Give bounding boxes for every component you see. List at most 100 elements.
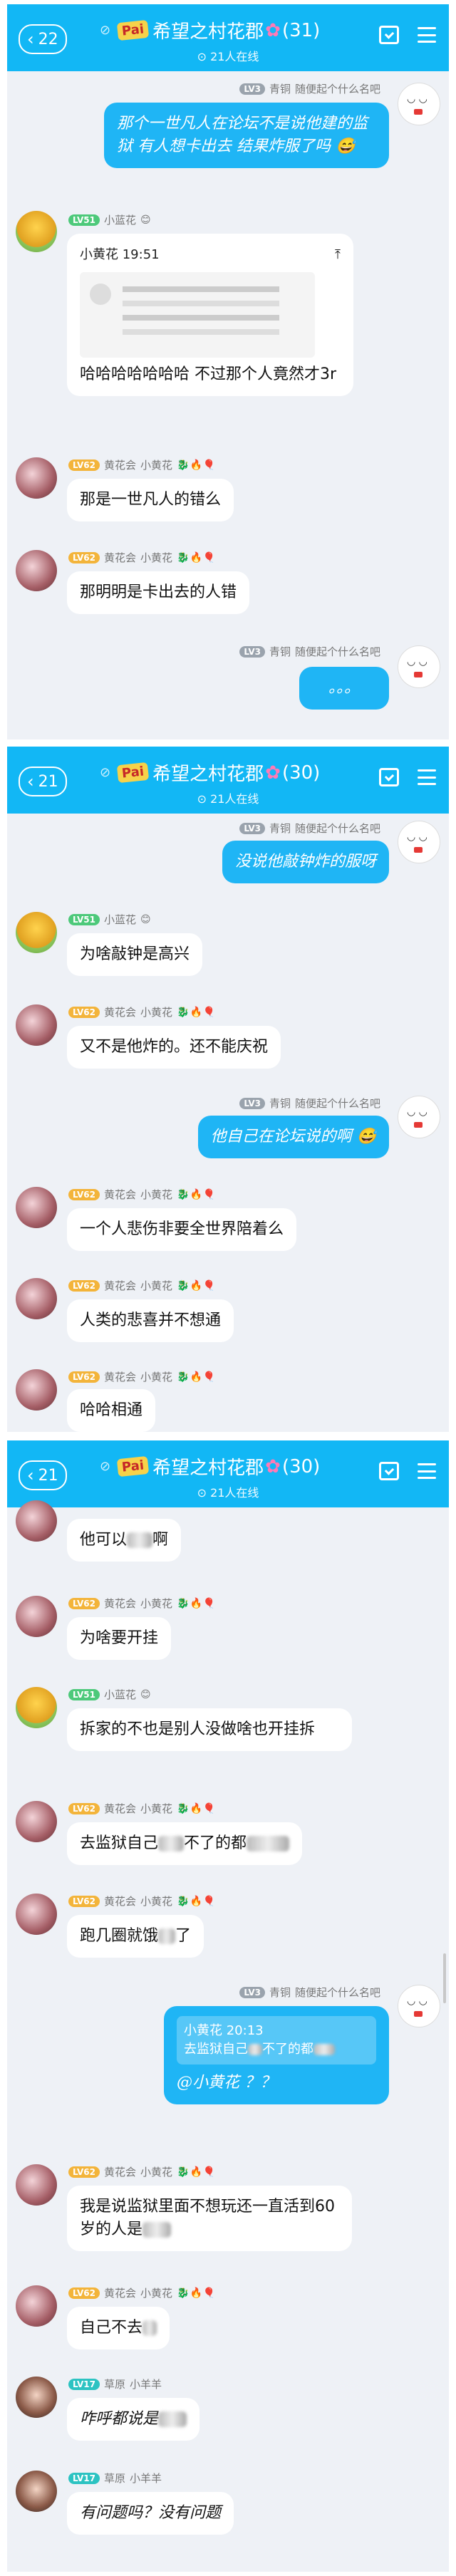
- message-bubble[interactable]: 没说他敲钟炸的服呀: [222, 841, 389, 883]
- scrollbar[interactable]: [443, 1953, 446, 2003]
- avatar[interactable]: [16, 1500, 57, 1542]
- message-bubble[interactable]: 跑几圈就饿了: [67, 1915, 204, 1958]
- menu-icon[interactable]: [418, 1463, 436, 1479]
- menu-icon[interactable]: [418, 27, 436, 43]
- sender-meta: LV3 青铜 随便起个什么名吧: [239, 81, 380, 96]
- calendar-check-icon[interactable]: [379, 768, 399, 786]
- calendar-check-icon[interactable]: [379, 1462, 399, 1480]
- avatar[interactable]: [16, 211, 57, 252]
- flower-icon: ✿: [265, 1455, 281, 1477]
- group-title[interactable]: ⊘ Pai 希望之村花郡 ✿ (30): [100, 1453, 320, 1480]
- sender-meta: LV51 小蓝花 😊: [68, 912, 152, 927]
- message-bubble[interactable]: 为啥要开挂: [67, 1617, 172, 1660]
- message-bubble[interactable]: 。。。: [299, 667, 389, 710]
- calendar-check-icon[interactable]: [379, 26, 399, 44]
- chat-panel-3: ‹ 21 ⊘ Pai 希望之村花郡 ✿ (30) ⊙ 21人在线 他可以啊 LV62 黄…: [7, 1440, 449, 2572]
- tag-icon: ⊘: [100, 23, 111, 38]
- message-bubble[interactable]: 那是一世凡人的错么: [67, 479, 234, 521]
- avatar[interactable]: [398, 821, 440, 863]
- message-bubble[interactable]: 人类的悲喜并不想通: [67, 1299, 234, 1342]
- quoted-screenshot[interactable]: [80, 272, 315, 358]
- message-bubble[interactable]: 一个人悲伤非要全世界陪着么: [67, 1208, 297, 1251]
- flower-icon: ✿: [265, 19, 281, 41]
- avatar[interactable]: [398, 1985, 440, 2027]
- avatar[interactable]: [16, 2285, 57, 2327]
- avatar[interactable]: [398, 1096, 440, 1138]
- sender-meta: LV62 黄花会 小黄花 🐉🔥🎈: [68, 1004, 216, 1019]
- message-bubble[interactable]: 小黄花 20:13 去监狱自己 不了的都 @小黄花 ？？: [164, 2006, 389, 2104]
- blurred-text: [158, 1836, 185, 1852]
- avatar[interactable]: [16, 1801, 57, 1842]
- message-bubble[interactable]: 咋呼都说是: [67, 2398, 200, 2441]
- avatar[interactable]: [16, 1369, 57, 1411]
- group-title[interactable]: ⊘ Pai 希望之村花郡 ✿ (31): [100, 17, 320, 43]
- sender-meta: LV62 黄花会 小黄花 🐉🔥🎈: [68, 1187, 216, 1202]
- avatar[interactable]: [16, 2471, 57, 2512]
- message-bubble[interactable]: 又不是他炸的。还不能庆祝: [67, 1026, 281, 1069]
- blurred-text: [247, 1836, 290, 1852]
- quoted-reply[interactable]: 小黄花 20:13 去监狱自己 不了的都: [177, 2016, 376, 2065]
- sender-meta: LV3 青铜 随便起个什么名吧: [239, 821, 380, 836]
- sender-meta: LV51 小蓝花 😊: [68, 1687, 152, 1702]
- message-bubble[interactable]: 我是说监狱里面不想玩还一直活到60岁的人是: [67, 2186, 352, 2251]
- avatar[interactable]: [16, 912, 57, 953]
- avatar[interactable]: [16, 2164, 57, 2206]
- online-count: ⊙ 21人在线: [197, 50, 259, 63]
- chevron-left-icon: ‹: [27, 1465, 34, 1485]
- avatar[interactable]: [16, 457, 57, 499]
- avatar[interactable]: [16, 1004, 57, 1046]
- message-bubble[interactable]: 哈哈相通: [67, 1389, 156, 1432]
- message-bubble[interactable]: 为啥敲钟是高兴: [67, 933, 203, 976]
- brand-logo: Pai: [116, 19, 150, 41]
- sender-meta: LV17 草原 小羊羊: [68, 2377, 162, 2391]
- sender-meta: LV62 黄花会 小黄花 🐉🔥🎈: [68, 2285, 216, 2300]
- sender-meta: LV62 黄花会 小黄花 🐉🔥🎈: [68, 1894, 216, 1908]
- sender-meta: LV62 黄花会 小黄花 🐉🔥🎈: [68, 550, 216, 565]
- avatar[interactable]: [16, 1278, 57, 1319]
- avatar[interactable]: [16, 1187, 57, 1228]
- pin-icon: ⤒: [335, 247, 341, 262]
- chat-panel-2: ‹ 21 ⊘ Pai 希望之村花郡 ✿ (30) ⊙ 21人在线 LV3 青铜 随便起个什…: [7, 747, 449, 1432]
- avatar[interactable]: [398, 645, 440, 688]
- sender-meta: LV3 青铜 随便起个什么名吧: [239, 644, 380, 659]
- message-bubble[interactable]: 他自己在论坛说的啊 😅: [197, 1116, 389, 1158]
- tag-icon: ⊘: [100, 765, 111, 780]
- avatar[interactable]: [16, 2377, 57, 2418]
- blurred-text: [142, 2222, 172, 2238]
- avatar[interactable]: [16, 1687, 57, 1728]
- tag-icon: ⊘: [100, 1459, 111, 1474]
- message-bubble[interactable]: 自己不去: [67, 2307, 170, 2349]
- message-bubble[interactable]: 那明明是卡出去的人错: [67, 571, 250, 614]
- sender-meta: LV3 青铜 随便起个什么名吧: [239, 1096, 380, 1111]
- avatar[interactable]: [398, 83, 440, 125]
- sender-meta: LV62 黄花会 小黄花 🐉🔥🎈: [68, 1596, 216, 1611]
- chat-collage: ‹ 22 ⊘ Pai 希望之村花郡 ✿ (31) ⊙ 21人在线 LV3 青铜 随便起个什…: [0, 0, 456, 2576]
- sender-meta: LV62 黄花会 小黄花 🐉🔥🎈: [68, 1278, 216, 1293]
- avatar[interactable]: [16, 1596, 57, 1637]
- avatar[interactable]: [16, 1894, 57, 1935]
- message-bubble[interactable]: 拆家的不也是别人没做啥也开挂拆: [67, 1708, 352, 1751]
- chat-header: ‹ 21 ⊘ Pai 希望之村花郡 ✿ (30) ⊙ 21人在线: [7, 747, 449, 814]
- quoted-reply[interactable]: 小黄花 19:51 ⤒: [80, 244, 341, 266]
- chevron-left-icon: ‹: [27, 29, 34, 49]
- menu-icon[interactable]: [418, 769, 436, 785]
- sender-meta: LV17 草原 小羊羊: [68, 2471, 162, 2486]
- message-bubble[interactable]: 小黄花 19:51 ⤒ 哈哈哈哈哈哈哈 不过那个人竟然才3r: [67, 234, 353, 396]
- avatar[interactable]: [16, 550, 57, 591]
- sender-meta: LV62 黄花会 小黄花 🐉🔥🎈: [68, 1801, 216, 1816]
- brand-logo: Pai: [116, 762, 150, 784]
- blurred-text: [142, 2320, 157, 2336]
- blurred-text: [158, 1928, 176, 1944]
- message-bubble[interactable]: 那个一世凡人在论坛不是说他建的监狱 有人想卡出去 结果炸服了吗 😅: [104, 103, 389, 168]
- chat-header: ‹ 21 ⊘ Pai 希望之村花郡 ✿ (30) ⊙ 21人在线: [7, 1440, 449, 1507]
- chat-panel-1: ‹ 22 ⊘ Pai 希望之村花郡 ✿ (31) ⊙ 21人在线 LV3 青铜 随便起个什…: [7, 4, 449, 739]
- flower-icon: ✿: [265, 762, 281, 784]
- message-bubble[interactable]: 他可以啊: [67, 1519, 182, 1562]
- sender-meta: LV3 青铜 随便起个什么名吧: [239, 1985, 380, 2000]
- brand-logo: Pai: [116, 1455, 150, 1477]
- message-bubble[interactable]: 有问题吗？没有问题: [67, 2492, 234, 2535]
- blurred-text: [127, 1532, 153, 1548]
- group-title[interactable]: ⊘ Pai 希望之村花郡 ✿ (30): [100, 759, 320, 786]
- message-bubble[interactable]: 去监狱自己 不了的都: [67, 1822, 303, 1865]
- chevron-left-icon: ‹: [27, 772, 34, 791]
